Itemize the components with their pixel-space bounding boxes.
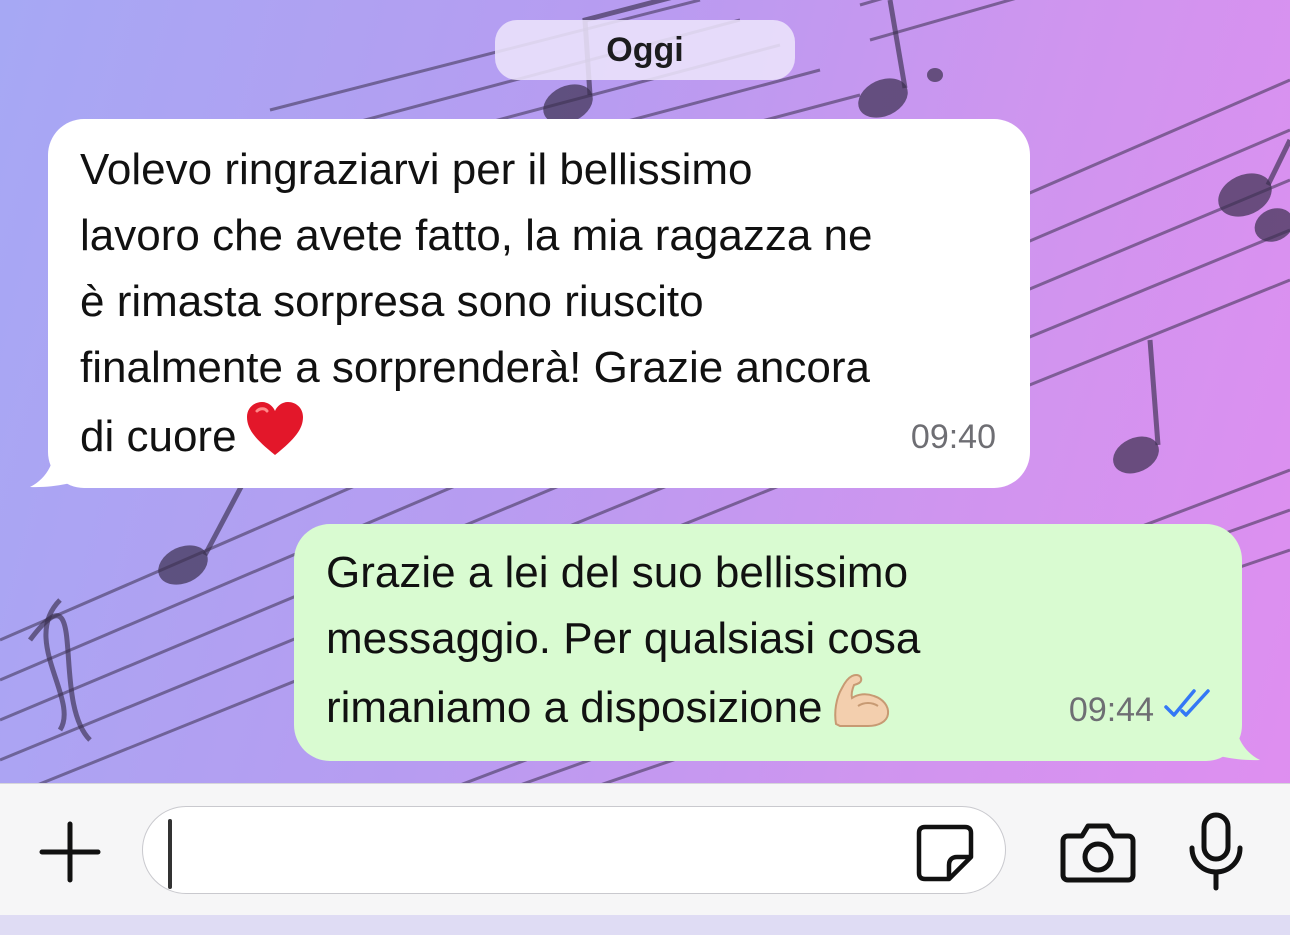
outgoing-message-bubble[interactable]: Grazie a lei del suo bellissimo messaggi… <box>294 524 1260 761</box>
red-heart-emoji <box>245 401 305 476</box>
add-attachment-button[interactable] <box>36 818 104 886</box>
incoming-message-bubble[interactable]: Volevo ringraziarvi per il bellissimo la… <box>30 119 1030 488</box>
message-text: Volevo ringraziarvi per il bellissimo la… <box>80 137 1010 476</box>
plus-icon <box>39 821 101 883</box>
home-indicator-area <box>0 915 1290 935</box>
double-check-icon <box>1164 677 1212 743</box>
camera-icon <box>1060 823 1136 883</box>
camera-button[interactable] <box>1060 820 1136 884</box>
date-separator: Oggi <box>495 20 795 80</box>
microphone-button[interactable] <box>1186 812 1246 892</box>
message-text: Grazie a lei del suo bellissimo messaggi… <box>326 540 1046 747</box>
sticker-icon <box>916 824 974 882</box>
message-input-bar <box>0 783 1290 915</box>
text-cursor <box>168 819 172 889</box>
microphone-icon <box>1189 812 1243 891</box>
message-field[interactable] <box>142 806 1006 894</box>
message-time: 09:40 <box>910 418 996 456</box>
chat-screen: Oggi Volevo ringraziarvi per il bellissi… <box>0 0 1290 935</box>
flexed-biceps-emoji <box>830 672 892 747</box>
sticker-button[interactable] <box>915 823 975 883</box>
message-meta: 09:44 <box>1069 677 1212 743</box>
message-time: 09:44 <box>1068 691 1154 729</box>
message-meta: 09:40 <box>911 404 996 470</box>
message-input[interactable] <box>167 819 907 881</box>
